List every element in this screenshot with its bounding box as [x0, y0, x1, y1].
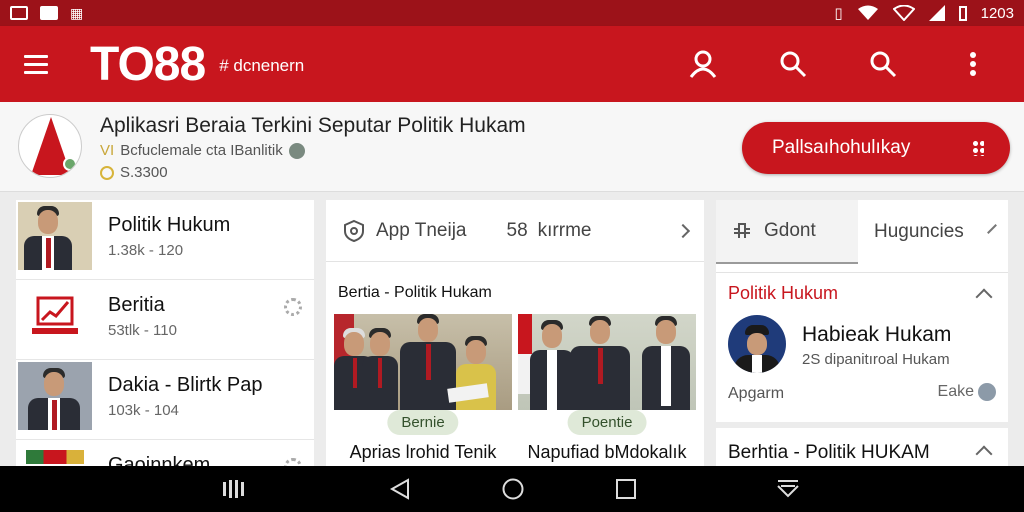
item-meta: 53tlk - 110	[108, 322, 177, 339]
menu-icon[interactable]	[24, 54, 48, 74]
item-name: Politik Hukum	[108, 214, 231, 236]
account-button[interactable]	[686, 47, 720, 81]
list-item[interactable]: Beritia 53tlk - 110	[16, 280, 314, 360]
search-icon	[780, 51, 807, 78]
item-thumbnail	[18, 282, 92, 350]
app-icon	[18, 114, 82, 178]
app-subtitle-row: VI Bcfuclemale cta IBanlitik	[100, 142, 305, 159]
item-thumbnail	[18, 362, 92, 430]
news-panel: App Tneija 58 kırrme Bertia - Politik Hu…	[326, 200, 704, 466]
list-item[interactable]: Politik Hukum 1.38k - 120	[16, 200, 314, 280]
install-button[interactable]: Pallsaıhohulıkay	[742, 122, 1010, 174]
chevron-up-icon[interactable]	[975, 288, 993, 306]
home-icon[interactable]	[502, 478, 524, 500]
app-count: S.3300	[120, 164, 168, 181]
news-card[interactable]: Bernie Aprias lrohid Tenik	[334, 314, 512, 466]
message-notification-icon	[40, 6, 58, 20]
tab-categories-label: kırrme	[537, 219, 592, 241]
verified-icon	[63, 157, 77, 171]
news-tag: Bernie	[387, 410, 459, 435]
signal-icon	[892, 5, 915, 21]
status-bar: ▦ ▯ 1203	[0, 0, 1024, 26]
user-icon	[689, 50, 717, 78]
app-subtitle-prefix: VI	[100, 142, 115, 159]
card-footer-right-label: Eake	[937, 383, 974, 400]
app-count-row: S.3300	[100, 164, 168, 181]
category-list: Politik Hukum 1.38k - 120 Beritia 53tlk …	[16, 200, 314, 466]
cell-signal-icon	[928, 5, 945, 21]
edit-icon[interactable]	[987, 224, 997, 234]
trend-chart-icon	[32, 296, 78, 334]
detail-tabs: Gdont Huguncies	[716, 200, 1008, 264]
tab-content[interactable]: Gdont	[716, 200, 858, 264]
settings-icon[interactable]	[284, 458, 302, 466]
app-bar: TO88 # dcnenern	[0, 26, 1024, 102]
card-footer-left: Apgarm	[728, 385, 785, 402]
news-caption: Aprias lrohid Tenik	[349, 442, 497, 462]
settings-icon[interactable]	[284, 298, 302, 316]
overview-icon[interactable]	[616, 478, 636, 500]
tab-app[interactable]: App Tneija	[342, 219, 467, 243]
search-icon	[870, 51, 897, 78]
app-logo: TO88	[90, 37, 206, 91]
tab-app-label: App Tneija	[376, 219, 467, 241]
news-image	[334, 314, 512, 410]
chevron-up-icon[interactable]	[975, 445, 993, 463]
drag-grip-icon	[972, 140, 984, 156]
coin-icon	[100, 165, 114, 180]
news-caption: Napufiad bMdokalık	[527, 442, 687, 462]
wifi-icon	[857, 5, 878, 20]
tab-topics[interactable]: Huguncies	[874, 221, 964, 243]
vibrate-icon: ▯	[834, 5, 843, 22]
item-name: Dakia - Blirtk Pap	[108, 374, 263, 396]
news-image	[518, 314, 696, 410]
search-button-2[interactable]	[866, 47, 900, 81]
detail-card[interactable]: Politik Hukum Habieak Hukam 2S dipanitır…	[716, 272, 1008, 420]
gallery-notification-icon: ▦	[70, 4, 84, 21]
list-item[interactable]: Dakia - Blirtk Pap 103k - 104	[16, 360, 314, 440]
item-meta: 103k - 104	[108, 402, 179, 419]
card-name: Habieak Hukam	[802, 323, 952, 346]
battery-icon	[958, 5, 967, 21]
grid-icon: 58	[506, 219, 528, 241]
app-bar-subtitle: # dcnenern	[219, 56, 305, 75]
avatar	[728, 315, 786, 373]
chevron-right-icon[interactable]	[675, 223, 691, 238]
tab-content-label: Gdont	[764, 220, 816, 241]
overflow-menu-button[interactable]	[956, 47, 990, 81]
more-vert-icon	[970, 52, 976, 76]
section-title: Bertia - Politik Hukam	[338, 284, 492, 301]
system-nav-bar	[0, 466, 1024, 512]
tab-categories[interactable]: 58 kırrme	[507, 220, 592, 242]
close-circle-icon	[978, 383, 996, 401]
install-button-label: Pallsaıhohulıkay	[772, 137, 911, 158]
status-time: 1203	[980, 4, 1014, 22]
item-thumbnail	[18, 202, 92, 270]
location-icon	[288, 142, 305, 159]
back-icon[interactable]	[389, 478, 411, 500]
app-subtitle: Bcfuclemale cta IBanlitik	[120, 142, 283, 159]
item-name: Beritia	[108, 294, 165, 316]
mail-notification-icon	[10, 6, 28, 20]
detail-panel: Gdont Huguncies Politik Hukum Habieak Hu…	[716, 200, 1008, 466]
card-footer-right[interactable]: Eake	[938, 383, 996, 401]
recent-apps-icon[interactable]	[222, 478, 244, 500]
card-subtitle: 2S dipanitıroal Hukam	[802, 351, 950, 368]
list-item[interactable]: Gaoinnkem	[16, 440, 314, 466]
keyboard-hide-icon[interactable]	[776, 478, 800, 500]
search-button[interactable]	[776, 47, 810, 81]
item-name: Gaoinnkem	[108, 454, 211, 466]
news-tabs: App Tneija 58 kırrme	[326, 200, 704, 262]
item-thumbnail	[18, 442, 92, 466]
app-header-card: Aplikasri Beraia Terkini Seputar Politik…	[0, 102, 1024, 192]
news-tag: Poentie	[567, 410, 647, 435]
card-title: Politik Hukum	[728, 283, 839, 303]
detail-card-2[interactable]: Berhtia - Politik HUKAM	[716, 422, 1008, 466]
item-meta: 1.38k - 120	[108, 242, 184, 259]
shield-icon	[344, 219, 364, 242]
puzzle-icon	[734, 223, 750, 238]
app-title: Aplikasri Beraia Terkini Seputar Politik…	[100, 114, 526, 137]
news-card[interactable]: Poentie Napufiad bMdokalık	[518, 314, 696, 466]
card2-title: Berhtia - Politik HUKAM	[728, 442, 930, 463]
